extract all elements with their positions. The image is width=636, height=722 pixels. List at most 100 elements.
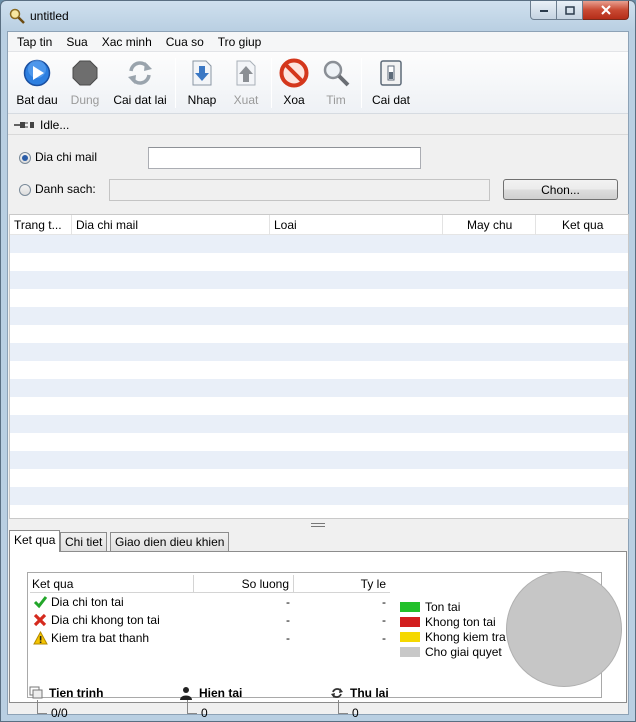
- retry-icon: [331, 688, 343, 698]
- list-path-input[interactable]: [109, 179, 490, 201]
- current-stat: Hien tai 0: [179, 686, 242, 720]
- cross-icon: [33, 613, 47, 627]
- maximize-icon: [564, 5, 575, 15]
- tab-results[interactable]: Ket qua: [9, 530, 61, 552]
- start-button[interactable]: Bat dau: [12, 56, 62, 110]
- column-header-status[interactable]: Trang t...: [10, 215, 72, 235]
- panel-splitter[interactable]: [8, 520, 628, 530]
- table-row: [10, 433, 628, 451]
- status-text: Idle...: [40, 117, 70, 132]
- windows-stack-icon: [29, 686, 43, 699]
- close-icon: [600, 5, 611, 15]
- results-summary: Ket qua So luong Ty le Dia chi ton tai -…: [27, 571, 622, 698]
- menu-verify[interactable]: Xac minh: [95, 33, 159, 51]
- legend-swatch: [400, 647, 420, 657]
- results-pie-chart: [506, 571, 622, 687]
- warning-icon: [33, 631, 48, 645]
- result-row-exists: Dia chi ton tai - -: [30, 593, 390, 611]
- settings-button[interactable]: Cai dat: [366, 56, 416, 110]
- table-row: [10, 289, 628, 307]
- result-row-not-exists: Dia chi khong ton tai - -: [30, 611, 390, 629]
- close-button[interactable]: [583, 1, 629, 20]
- column-header-email[interactable]: Dia chi mail: [72, 215, 270, 235]
- results-tab-panel: Ket qua So luong Ty le Dia chi ton tai -…: [9, 551, 627, 720]
- toolbar-separator: [271, 58, 272, 108]
- choose-button[interactable]: Chon...: [503, 179, 618, 200]
- column-header-result[interactable]: Ket qua: [536, 215, 628, 235]
- search-icon: [321, 58, 351, 88]
- toolbar-separator: [361, 58, 362, 108]
- menu-file[interactable]: Tap tin: [10, 33, 59, 51]
- menu-edit[interactable]: Sua: [59, 33, 94, 51]
- table-row: [10, 271, 628, 289]
- app-window: untitled Tap tin Sua Xac minh Cua so Tro…: [0, 0, 636, 722]
- toolbar-separator: [175, 58, 176, 108]
- tree-connector: [187, 700, 197, 714]
- header-ratio: Ty le: [360, 577, 386, 591]
- menu-window[interactable]: Cua so: [159, 33, 211, 51]
- table-row: [10, 379, 628, 397]
- table-row: [10, 325, 628, 343]
- person-icon: [180, 687, 192, 700]
- refresh-icon: [125, 58, 155, 88]
- email-input[interactable]: [148, 147, 421, 169]
- no-entry-icon: [279, 58, 309, 88]
- import-arrow-down-icon: [187, 58, 217, 88]
- table-row: [10, 307, 628, 325]
- progress-stat: Tien trinh 0/0: [29, 686, 103, 720]
- legend-pending: Cho giai quyet: [400, 645, 502, 659]
- progress-value: 0/0: [51, 706, 68, 720]
- toolbar: Bat dau Dung Cai dat lai Nhap Xuat Xoa T…: [8, 52, 628, 114]
- minimize-button[interactable]: [530, 1, 557, 20]
- table-row: [10, 469, 628, 487]
- legend-swatch: [400, 602, 420, 612]
- find-button[interactable]: Tim: [318, 56, 354, 110]
- import-button[interactable]: Nhap: [182, 56, 222, 110]
- current-value: 0: [201, 706, 208, 720]
- table-row: [10, 415, 628, 433]
- tree-connector: [338, 700, 348, 714]
- legend-swatch: [400, 617, 420, 627]
- result-row-failed: Kiem tra bat thanh - -: [30, 629, 390, 647]
- export-button[interactable]: Xuat: [226, 56, 266, 110]
- reset-button[interactable]: Cai dat lai: [110, 56, 170, 110]
- retry-value: 0: [352, 706, 359, 720]
- tree-connector: [37, 700, 47, 714]
- menu-bar: Tap tin Sua Xac minh Cua so Tro giup: [8, 32, 628, 52]
- email-results-table: Trang t... Dia chi mail Loai May chu Ket…: [9, 214, 629, 519]
- column-header-type[interactable]: Loai: [270, 215, 443, 235]
- grip-icon: [311, 523, 325, 527]
- window-title: untitled: [30, 9, 69, 23]
- table-row: [10, 361, 628, 379]
- legend-swatch: [400, 632, 420, 642]
- table-header: Trang t... Dia chi mail Loai May chu Ket…: [10, 215, 628, 235]
- email-label: Dia chi mail: [35, 150, 98, 164]
- plug-icon: [14, 121, 34, 128]
- status-line: Idle...: [8, 115, 628, 135]
- delete-button[interactable]: Xoa: [276, 56, 312, 110]
- table-row: [10, 253, 628, 271]
- title-bar[interactable]: untitled: [1, 1, 635, 31]
- column-header-server[interactable]: May chu: [443, 215, 536, 235]
- table-row: [10, 235, 628, 253]
- email-radio[interactable]: [19, 152, 31, 164]
- results-table-header: Ket qua So luong Ty le: [30, 575, 390, 593]
- retry-stat: Thu lai 0: [330, 686, 389, 720]
- stop-octagon-icon: [70, 58, 100, 88]
- stop-button[interactable]: Dung: [62, 56, 108, 110]
- maximize-button[interactable]: [557, 1, 583, 20]
- menu-help[interactable]: Tro giup: [211, 33, 269, 51]
- magnifier-app-icon: [9, 8, 25, 24]
- list-radio[interactable]: [19, 184, 31, 196]
- legend-exists: Ton tai: [400, 600, 460, 614]
- table-row: [10, 343, 628, 361]
- tab-control-interface[interactable]: Giao dien dieu khien: [110, 532, 230, 552]
- input-form: Dia chi mail Danh sach: Chon...: [8, 136, 628, 214]
- header-count: So luong: [194, 575, 294, 593]
- table-row: [10, 487, 628, 505]
- table-row: [10, 505, 628, 518]
- minimize-icon: [539, 10, 548, 12]
- header-result: Ket qua: [32, 575, 194, 593]
- table-row: [10, 397, 628, 415]
- tab-details[interactable]: Chi tiet: [60, 532, 108, 552]
